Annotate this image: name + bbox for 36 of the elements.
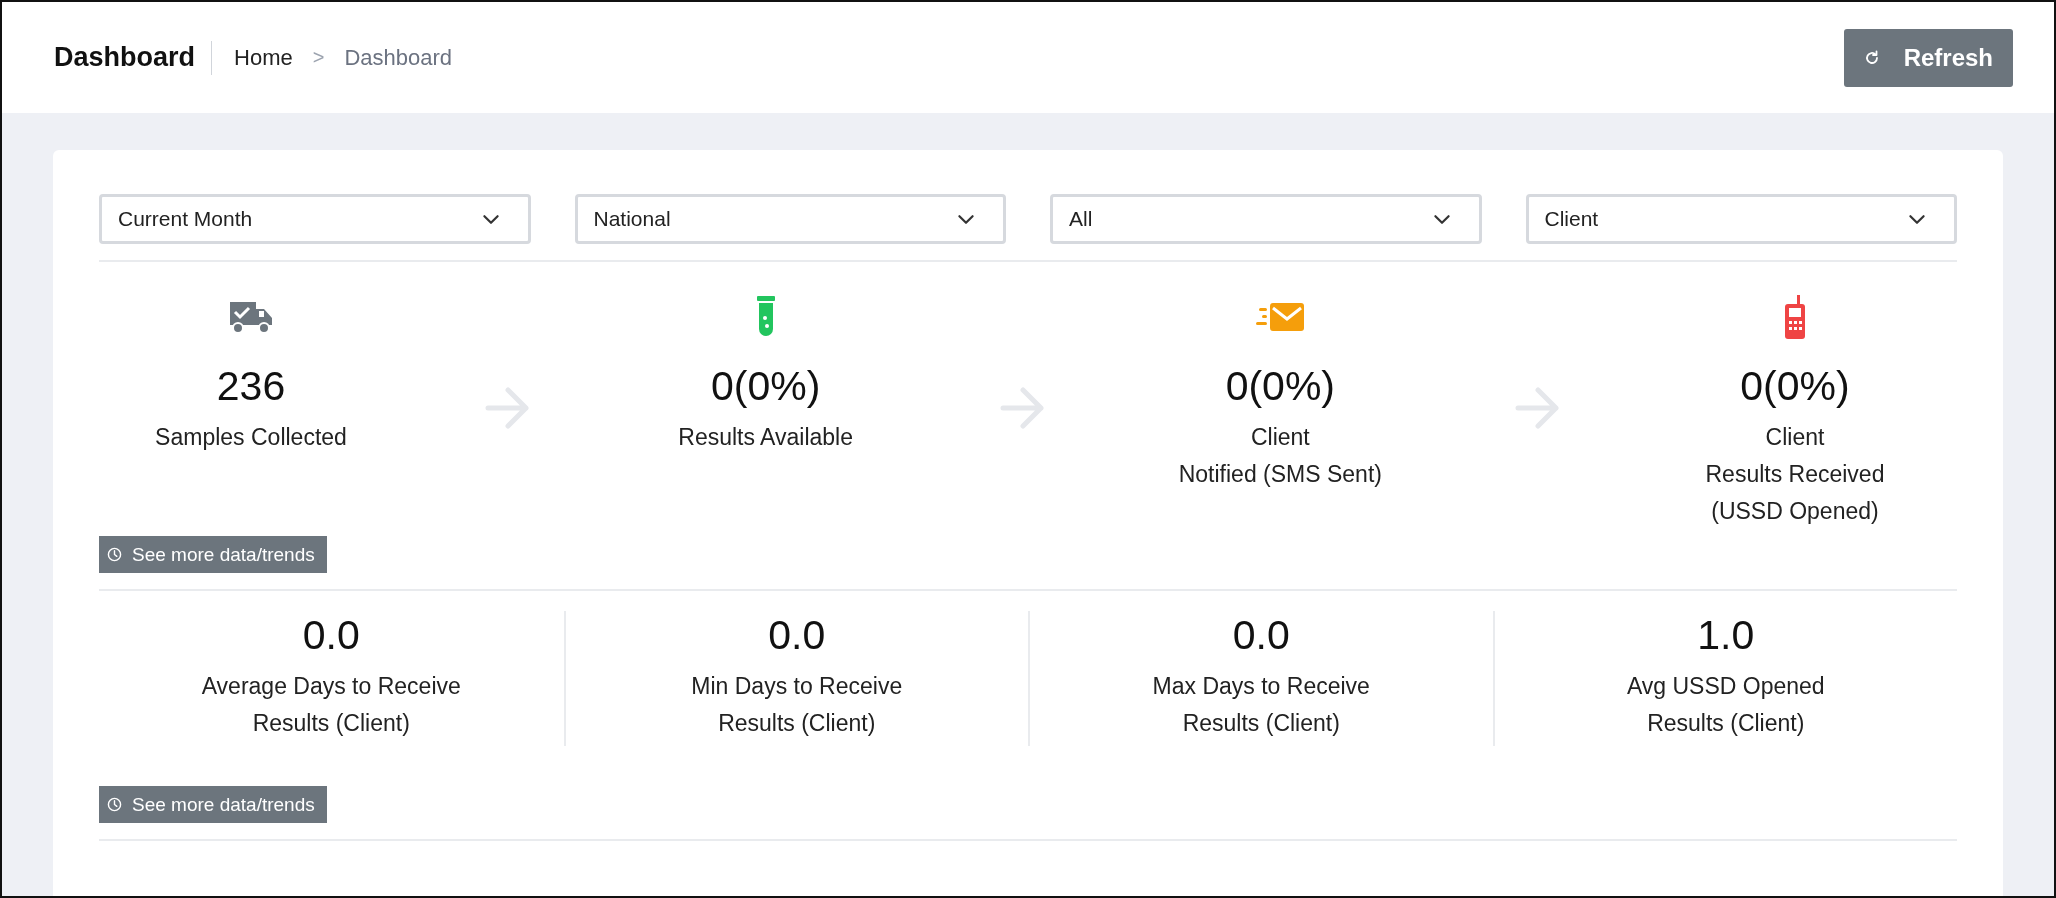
clock-icon	[107, 797, 122, 813]
refresh-icon	[1863, 49, 1880, 66]
stat-value: 1.0	[1697, 611, 1755, 661]
stage-label: Results Available	[678, 423, 854, 453]
page-title: Dashboard	[54, 42, 196, 73]
arrow-right-icon	[999, 384, 1047, 432]
see-more-button[interactable]: See more data/trends	[99, 786, 327, 824]
stat-value: 0.0	[302, 611, 360, 661]
stat-value: 0.0	[768, 611, 826, 661]
stage-count: 0(0%)	[1740, 362, 1850, 411]
stage-count: 0(0%)	[710, 362, 821, 411]
breadcrumb-separator: >	[312, 46, 325, 69]
chevron-down-icon	[1432, 213, 1451, 225]
arrow-right-icon	[1513, 384, 1562, 432]
filter-dropdown[interactable]: All	[1050, 194, 1482, 244]
stage-label: Client Results Received (USSD Opened)	[1705, 423, 1885, 527]
stage-count: 236	[216, 362, 286, 411]
clock-icon	[107, 547, 122, 563]
stat-label: Average Days to Receive Results (Client)	[201, 672, 461, 739]
refresh-button[interactable]: Refresh	[1843, 28, 2013, 87]
chevron-down-icon	[481, 213, 500, 225]
chevron-down-icon	[1908, 213, 1926, 225]
filter-dropdown[interactable]: National	[574, 194, 1006, 244]
stage-label: Samples Collected	[155, 423, 347, 453]
filter-dropdown[interactable]: Client	[1525, 194, 1957, 244]
breadcrumb-link[interactable]: Home	[234, 44, 293, 71]
stat-label: Min Days to Receive Results (Client)	[691, 672, 903, 739]
stat-label: Avg USSD Opened Results (Client)	[1626, 672, 1825, 739]
stage-label: Client Notified (SMS Sent)	[1178, 423, 1382, 490]
filter-dropdown[interactable]: Current Month	[99, 194, 531, 244]
stage-count: 0(0%)	[1225, 362, 1335, 411]
stat-value: 0.0	[1232, 611, 1290, 661]
chevron-down-icon	[957, 213, 975, 225]
breadcrumb-link[interactable]: Dashboard	[344, 44, 453, 71]
stat-label: Max Days to Receive Results (Client)	[1152, 672, 1370, 739]
see-more-button[interactable]: See more data/trends	[99, 536, 327, 574]
